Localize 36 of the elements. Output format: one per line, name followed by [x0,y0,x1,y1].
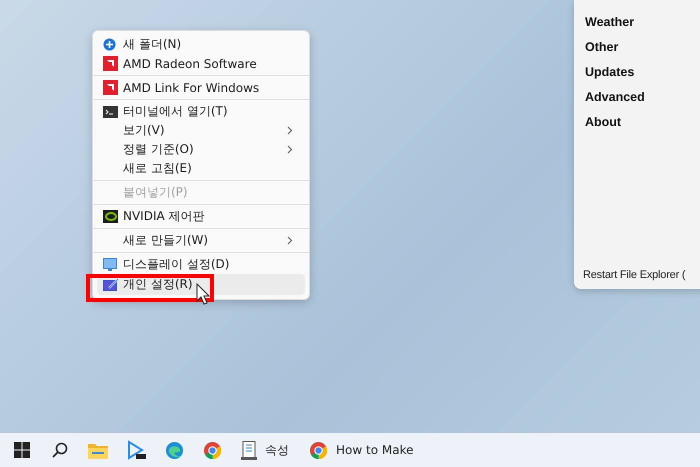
app-icon [103,56,118,71]
search-icon [52,442,68,458]
chevron-right-icon [287,236,293,245]
nav-item[interactable]: Other [585,38,700,56]
chevron-right-icon [287,126,293,135]
menu-item[interactable]: NVIDIA 제어판 [97,207,305,226]
nav-item[interactable]: Weather [585,13,700,31]
nav-item[interactable]: Advanced [585,88,700,106]
menu-item[interactable]: 디스플레이 설정(D) [97,255,305,274]
browser-icon [164,440,184,460]
menu-item[interactable]: 새로 만들기(W) [97,231,305,250]
display-brush-icon [103,278,119,291]
terminal-icon [103,106,118,118]
app-icon [103,210,118,223]
nav-item[interactable]: Updates [585,63,700,81]
chevron-right-icon [287,145,293,154]
browser-icon [202,440,222,460]
menu-item[interactable]: 보기(V) [97,121,305,140]
taskbar-button[interactable]: 속성 [233,435,297,465]
monitor-icon [103,258,117,271]
app-icon [103,80,118,95]
document-icon [241,440,257,460]
restart-link[interactable]: Restart File Explorer ( [583,269,700,281]
folder-icon [88,442,108,458]
play-icon [126,440,146,460]
menu-item[interactable]: 새 폴더(N) [97,35,305,54]
menu-item[interactable]: 정렬 기준(O) [97,140,305,159]
taskbar-button[interactable]: How to Make [301,435,422,465]
windows-icon [14,442,30,458]
browser-icon [309,440,328,460]
menu-item[interactable]: AMD Radeon Software [97,54,305,73]
menu-item[interactable]: AMD Link For Windows [97,78,305,97]
nav-item[interactable]: About [585,113,700,131]
menu-item[interactable]: 새로 고침(E) [97,159,305,178]
plus-circle-icon [103,38,116,51]
menu-item[interactable]: 터미널에서 열기(T) [97,102,305,121]
